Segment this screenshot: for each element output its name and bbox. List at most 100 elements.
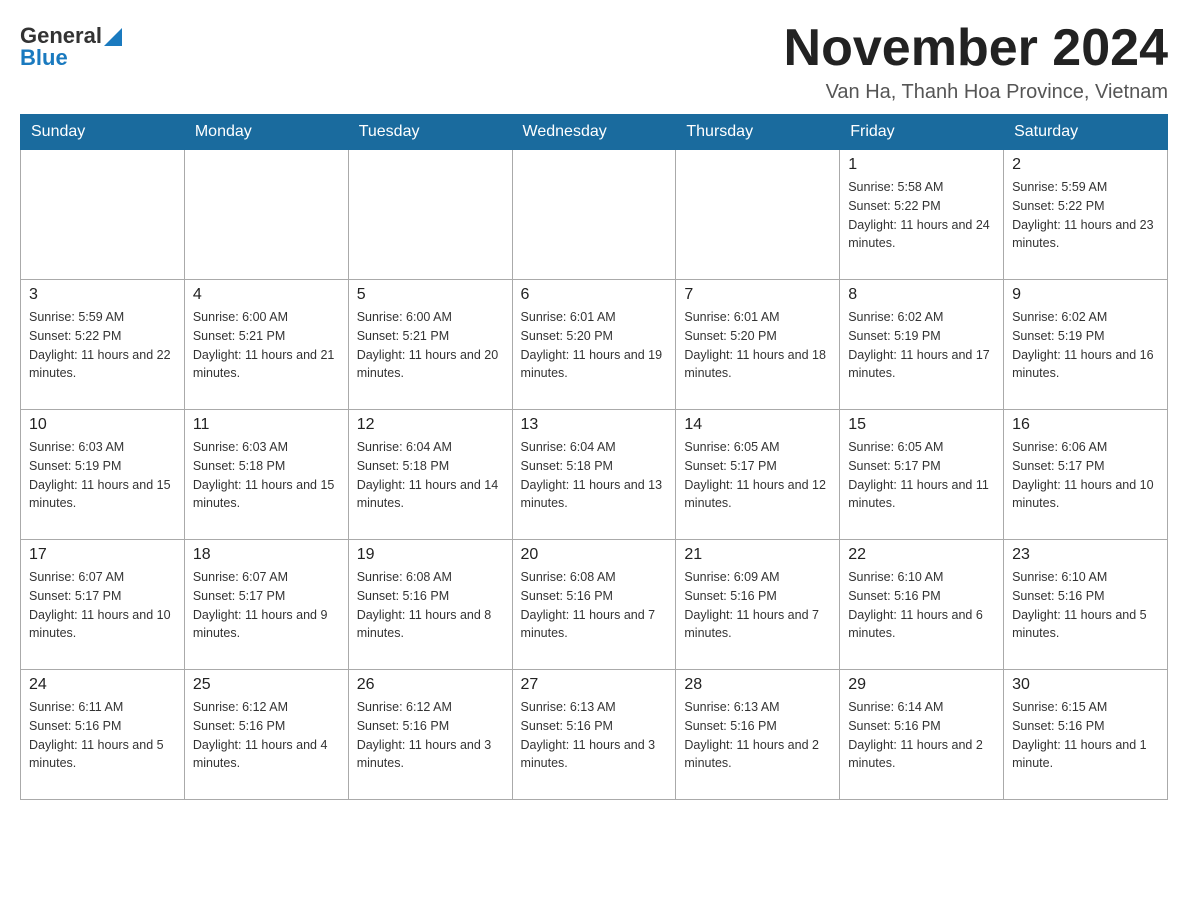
header-friday: Friday xyxy=(840,115,1004,150)
logo-general: General xyxy=(20,25,102,47)
day-number: 8 xyxy=(848,286,995,304)
day-info: Sunrise: 6:04 AMSunset: 5:18 PMDaylight:… xyxy=(357,438,504,513)
day-number: 2 xyxy=(1012,156,1159,174)
day-number: 14 xyxy=(684,416,831,434)
day-info: Sunrise: 6:13 AMSunset: 5:16 PMDaylight:… xyxy=(521,698,668,773)
day-info: Sunrise: 6:12 AMSunset: 5:16 PMDaylight:… xyxy=(193,698,340,773)
day-number: 26 xyxy=(357,676,504,694)
table-row: 15Sunrise: 6:05 AMSunset: 5:17 PMDayligh… xyxy=(840,410,1004,540)
calendar-location: Van Ha, Thanh Hoa Province, Vietnam xyxy=(784,81,1168,104)
table-row: 13 Sunrise: 6:04 AMSunset: 5:18 PMDayligh… xyxy=(512,410,676,540)
day-number: 20 xyxy=(521,546,668,564)
day-number: 21 xyxy=(684,546,831,564)
day-info: Sunrise: 6:11 AMSunset: 5:16 PMDaylight:… xyxy=(29,698,176,773)
table-row: 21 Sunrise: 6:09 AMSunset: 5:16 PMDayligh… xyxy=(676,540,840,670)
day-info: Sunrise: 6:00 AMSunset: 5:21 PMDaylight:… xyxy=(193,308,340,383)
day-number: 4 xyxy=(193,286,340,304)
day-info: Sunrise: 6:15 AMSunset: 5:16 PMDaylight:… xyxy=(1012,698,1159,773)
day-number: 9 xyxy=(1012,286,1159,304)
table-row: 7Sunrise: 6:01 AMSunset: 5:20 PMDaylight… xyxy=(676,280,840,410)
day-info: Sunrise: 6:14 AMSunset: 5:16 PMDaylight:… xyxy=(848,698,995,773)
day-number: 5 xyxy=(357,286,504,304)
header-sunday: Sunday xyxy=(21,115,185,150)
day-info: Sunrise: 6:04 AMSunset: 5:18 PMDaylight:… xyxy=(521,438,668,513)
table-row: 14 Sunrise: 6:05 AMSunset: 5:17 PMDayligh… xyxy=(676,410,840,540)
table-row: 6 Sunrise: 6:01 AMSunset: 5:20 PMDaylight… xyxy=(512,280,676,410)
day-number: 6 xyxy=(521,286,668,304)
day-info: Sunrise: 6:05 AMSunset: 5:17 PMDaylight:… xyxy=(684,438,831,513)
day-info: Sunrise: 6:07 AMSunset: 5:17 PMDaylight:… xyxy=(193,568,340,643)
day-info: Sunrise: 6:08 AMSunset: 5:16 PMDaylight:… xyxy=(521,568,668,643)
header-tuesday: Tuesday xyxy=(348,115,512,150)
table-row xyxy=(184,150,348,280)
day-info: Sunrise: 6:00 AMSunset: 5:21 PMDaylight:… xyxy=(357,308,504,383)
header-monday: Monday xyxy=(184,115,348,150)
calendar-week-row: 1Sunrise: 5:58 AMSunset: 5:22 PMDaylight… xyxy=(21,150,1168,280)
day-number: 22 xyxy=(848,546,995,564)
table-row: 25 Sunrise: 6:12 AMSunset: 5:16 PMDayligh… xyxy=(184,670,348,800)
table-row: 2 Sunrise: 5:59 AMSunset: 5:22 PMDaylight… xyxy=(1004,150,1168,280)
day-number: 27 xyxy=(521,676,668,694)
table-row: 3Sunrise: 5:59 AMSunset: 5:22 PMDaylight… xyxy=(21,280,185,410)
table-row: 26 Sunrise: 6:12 AMSunset: 5:16 PMDayligh… xyxy=(348,670,512,800)
day-number: 23 xyxy=(1012,546,1159,564)
day-number: 16 xyxy=(1012,416,1159,434)
day-number: 19 xyxy=(357,546,504,564)
table-row: 28Sunrise: 6:13 AMSunset: 5:16 PMDayligh… xyxy=(676,670,840,800)
day-number: 24 xyxy=(29,676,176,694)
day-number: 17 xyxy=(29,546,176,564)
calendar-week-row: 24 Sunrise: 6:11 AMSunset: 5:16 PMDayligh… xyxy=(21,670,1168,800)
title-block: November 2024 Van Ha, Thanh Hoa Province… xyxy=(784,20,1168,104)
day-info: Sunrise: 6:02 AMSunset: 5:19 PMDaylight:… xyxy=(848,308,995,383)
table-row: 20 Sunrise: 6:08 AMSunset: 5:16 PMDayligh… xyxy=(512,540,676,670)
day-number: 30 xyxy=(1012,676,1159,694)
day-info: Sunrise: 6:03 AMSunset: 5:18 PMDaylight:… xyxy=(193,438,340,513)
table-row xyxy=(21,150,185,280)
table-row: 9 Sunrise: 6:02 AMSunset: 5:19 PMDaylight… xyxy=(1004,280,1168,410)
day-info: Sunrise: 5:59 AMSunset: 5:22 PMDaylight:… xyxy=(1012,178,1159,253)
day-info: Sunrise: 6:02 AMSunset: 5:19 PMDaylight:… xyxy=(1012,308,1159,383)
day-number: 29 xyxy=(848,676,995,694)
day-info: Sunrise: 6:06 AMSunset: 5:17 PMDaylight:… xyxy=(1012,438,1159,513)
table-row: 18 Sunrise: 6:07 AMSunset: 5:17 PMDayligh… xyxy=(184,540,348,670)
logo-triangle-icon xyxy=(104,28,122,46)
table-row: 11 Sunrise: 6:03 AMSunset: 5:18 PMDayligh… xyxy=(184,410,348,540)
day-number: 25 xyxy=(193,676,340,694)
calendar-week-row: 3Sunrise: 5:59 AMSunset: 5:22 PMDaylight… xyxy=(21,280,1168,410)
day-number: 13 xyxy=(521,416,668,434)
table-row: 29 Sunrise: 6:14 AMSunset: 5:16 PMDayligh… xyxy=(840,670,1004,800)
day-number: 3 xyxy=(29,286,176,304)
calendar-week-row: 10Sunrise: 6:03 AMSunset: 5:19 PMDayligh… xyxy=(21,410,1168,540)
table-row: 22 Sunrise: 6:10 AMSunset: 5:16 PMDayligh… xyxy=(840,540,1004,670)
header-saturday: Saturday xyxy=(1004,115,1168,150)
table-row xyxy=(512,150,676,280)
table-row: 27 Sunrise: 6:13 AMSunset: 5:16 PMDayligh… xyxy=(512,670,676,800)
calendar-title: November 2024 xyxy=(784,20,1168,77)
table-row: 1Sunrise: 5:58 AMSunset: 5:22 PMDaylight… xyxy=(840,150,1004,280)
table-row: 10Sunrise: 6:03 AMSunset: 5:19 PMDayligh… xyxy=(21,410,185,540)
day-info: Sunrise: 6:12 AMSunset: 5:16 PMDaylight:… xyxy=(357,698,504,773)
calendar-week-row: 17 Sunrise: 6:07 AMSunset: 5:17 PMDayligh… xyxy=(21,540,1168,670)
day-info: Sunrise: 6:05 AMSunset: 5:17 PMDaylight:… xyxy=(848,438,995,513)
table-row: 8 Sunrise: 6:02 AMSunset: 5:19 PMDaylight… xyxy=(840,280,1004,410)
header-wednesday: Wednesday xyxy=(512,115,676,150)
table-row: 4 Sunrise: 6:00 AMSunset: 5:21 PMDaylight… xyxy=(184,280,348,410)
calendar-table: Sunday Monday Tuesday Wednesday Thursday… xyxy=(20,114,1168,800)
header-thursday: Thursday xyxy=(676,115,840,150)
day-info: Sunrise: 6:13 AMSunset: 5:16 PMDaylight:… xyxy=(684,698,831,773)
day-info: Sunrise: 6:10 AMSunset: 5:16 PMDaylight:… xyxy=(848,568,995,643)
day-info: Sunrise: 6:03 AMSunset: 5:19 PMDaylight:… xyxy=(29,438,176,513)
day-info: Sunrise: 6:01 AMSunset: 5:20 PMDaylight:… xyxy=(521,308,668,383)
logo: General Blue xyxy=(20,20,122,69)
day-number: 18 xyxy=(193,546,340,564)
day-number: 1 xyxy=(848,156,995,174)
table-row: 24 Sunrise: 6:11 AMSunset: 5:16 PMDayligh… xyxy=(21,670,185,800)
day-info: Sunrise: 6:09 AMSunset: 5:16 PMDaylight:… xyxy=(684,568,831,643)
table-row xyxy=(676,150,840,280)
day-info: Sunrise: 6:07 AMSunset: 5:17 PMDaylight:… xyxy=(29,568,176,643)
day-number: 7 xyxy=(684,286,831,304)
table-row: 5 Sunrise: 6:00 AMSunset: 5:21 PMDaylight… xyxy=(348,280,512,410)
day-number: 11 xyxy=(193,416,340,434)
day-info: Sunrise: 6:08 AMSunset: 5:16 PMDaylight:… xyxy=(357,568,504,643)
page-header: General Blue November 2024 Van Ha, Thanh… xyxy=(20,20,1168,104)
